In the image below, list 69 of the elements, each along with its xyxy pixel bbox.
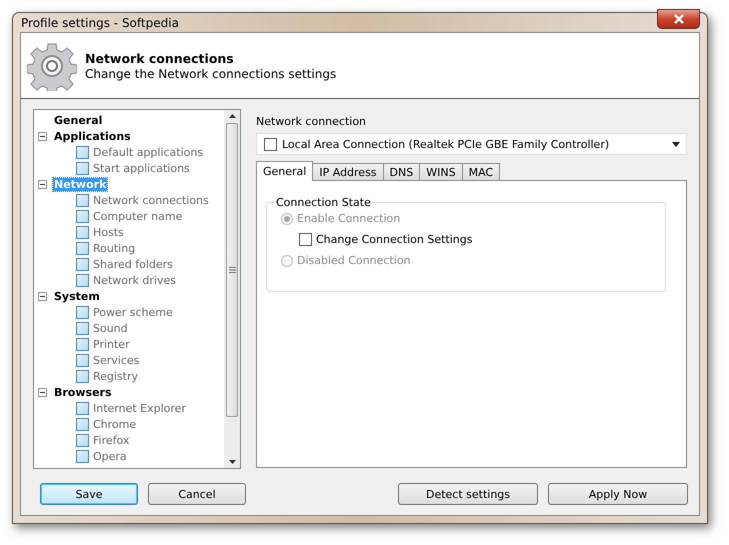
dialog-button[interactable]: Apply Now — [548, 483, 688, 505]
tree-item[interactable]: Internet Explorer — [93, 402, 186, 414]
field-label: Network connection — [256, 115, 368, 128]
close-button[interactable] — [657, 8, 700, 28]
tab[interactable]: General — [256, 161, 314, 181]
collapse-icon[interactable] — [38, 292, 47, 300]
tab[interactable]: MAC — [462, 163, 500, 181]
tree-checkbox[interactable] — [76, 226, 89, 238]
connection-dropdown[interactable]: Local Area Connection (Realtek PCIe GBE Family Controller) — [256, 133, 687, 155]
tab[interactable]: WINS — [419, 163, 463, 181]
dialog-button[interactable]: Save — [40, 483, 138, 505]
option-label: Enable Connection — [297, 212, 400, 225]
tree-group[interactable]: Browsers — [53, 386, 113, 398]
tree-group[interactable]: System — [53, 290, 101, 302]
tree-checkbox[interactable] — [76, 210, 89, 222]
tree-item[interactable]: Computer name — [93, 210, 182, 222]
tab[interactable]: IP Address — [312, 163, 384, 181]
tree-checkbox[interactable] — [76, 354, 89, 366]
tree-checkbox[interactable] — [76, 402, 89, 414]
tree-item[interactable]: Printer — [93, 338, 130, 350]
gear-icon — [27, 40, 77, 90]
header-title: Network connections — [85, 50, 235, 66]
close-icon — [672, 14, 684, 24]
tree-checkbox[interactable] — [76, 434, 89, 446]
tree-item[interactable]: Shared folders — [93, 258, 173, 270]
tree-item[interactable]: Opera — [93, 450, 127, 462]
tree-group[interactable]: Applications — [53, 130, 132, 142]
option-label: Change Connection Settings — [316, 233, 472, 246]
tree-item[interactable]: Routing — [93, 242, 136, 254]
tree-item[interactable]: Network drives — [93, 274, 176, 286]
tree-checkbox[interactable] — [76, 242, 89, 254]
tree-checkbox[interactable] — [76, 338, 89, 350]
tree-checkbox[interactable] — [76, 146, 89, 158]
group-title: Connection State — [275, 196, 372, 209]
tab[interactable]: DNS — [382, 163, 420, 181]
tree-item[interactable]: Chrome — [93, 418, 136, 430]
scrollbar[interactable] — [224, 110, 240, 468]
tree-group[interactable]: General — [53, 114, 104, 126]
tree-item[interactable]: Firefox — [93, 434, 130, 446]
tree-checkbox[interactable] — [76, 418, 89, 430]
dropdown-arrow-icon — [672, 142, 680, 146]
checkbox[interactable] — [299, 233, 312, 246]
tree-item[interactable]: Network connections — [93, 194, 209, 206]
tree-item[interactable]: Power scheme — [93, 306, 173, 318]
header-subtitle: Change the Network connections settings — [85, 66, 336, 80]
tree-item[interactable]: Services — [93, 354, 140, 366]
window-title: Profile settings - Softpedia — [20, 16, 179, 30]
tree-item[interactable]: Hosts — [93, 226, 124, 238]
tree-item[interactable]: Registry — [93, 370, 138, 382]
collapse-icon[interactable] — [38, 388, 47, 396]
dialog-button[interactable]: Detect settings — [398, 483, 538, 505]
connection-checkbox[interactable] — [264, 138, 277, 150]
option-label: Disabled Connection — [297, 254, 411, 267]
tree-group[interactable]: Network — [53, 178, 108, 190]
dialog-button[interactable]: Cancel — [148, 483, 246, 505]
collapse-icon[interactable] — [38, 132, 47, 140]
scroll-thumb[interactable] — [226, 123, 238, 417]
tree-checkbox[interactable] — [76, 258, 89, 270]
tree-checkbox[interactable] — [76, 322, 89, 334]
tree-checkbox[interactable] — [76, 194, 89, 206]
tree-item[interactable]: Sound — [93, 322, 128, 334]
tree-checkbox[interactable] — [76, 370, 89, 382]
tree-item[interactable]: Default applications — [93, 146, 204, 158]
tree-checkbox[interactable] — [76, 306, 89, 318]
tree-checkbox[interactable] — [76, 450, 89, 462]
tree-item[interactable]: Start applications — [93, 162, 190, 174]
tree-checkbox[interactable] — [76, 162, 89, 174]
collapse-icon[interactable] — [38, 180, 47, 188]
tree-checkbox[interactable] — [76, 274, 89, 286]
